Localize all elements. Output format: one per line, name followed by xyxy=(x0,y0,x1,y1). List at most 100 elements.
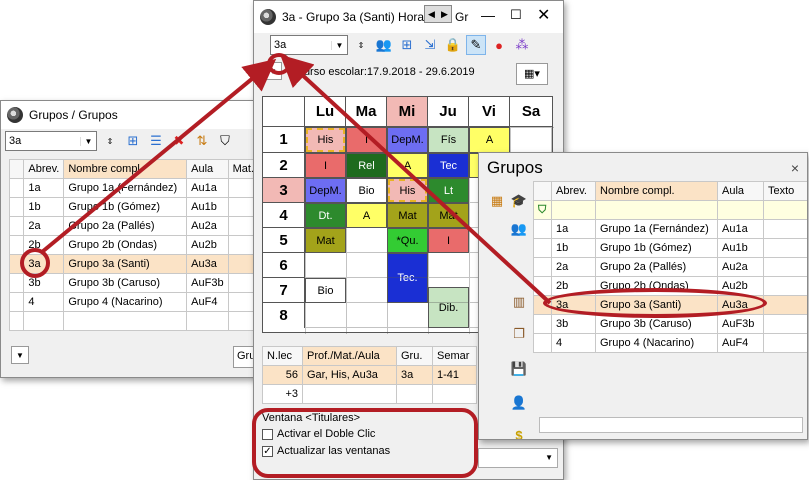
left-bottom-dropdown[interactable]: ▼ xyxy=(11,346,29,364)
lesson-cell[interactable]: Bio xyxy=(305,278,346,303)
delete-icon[interactable]: ✖ xyxy=(169,131,189,151)
day-mi[interactable]: Mi xyxy=(387,97,428,127)
lesson-cell[interactable]: Mat xyxy=(428,203,469,228)
cell-gru[interactable]: 3a xyxy=(396,365,433,385)
cell-aula[interactable]: AuF3b xyxy=(717,314,764,334)
lesson-cell[interactable]: Tec. xyxy=(387,253,428,303)
col-nlec[interactable]: N.lec xyxy=(262,346,303,366)
copy-icon[interactable]: ❐ xyxy=(509,324,529,344)
filter-icon[interactable]: ⛉ xyxy=(533,200,552,220)
nav-right-icon[interactable]: ▶ xyxy=(441,9,448,20)
lesson-cell[interactable]: I xyxy=(305,153,346,178)
lesson-cell[interactable]: I xyxy=(428,228,469,253)
spinner-icon[interactable]: ⇕ xyxy=(100,131,120,151)
cell-nombre[interactable]: Grupo 4 (Nacarino) xyxy=(595,333,718,353)
cell-nombre[interactable]: Grupo 2a (Pallés) xyxy=(63,216,188,236)
hidden-combo[interactable]: ▼ xyxy=(478,448,558,468)
cell-nombre[interactable]: Grupo 2b (Ondas) xyxy=(63,235,188,255)
cell-abrev[interactable]: 1b xyxy=(23,197,65,217)
lesson-cell[interactable]: Bio xyxy=(346,178,387,203)
lesson-row[interactable]: 56 Gar, His, Au3a 3a 1-41 xyxy=(262,365,477,385)
cell-aula[interactable]: Au1a xyxy=(186,178,229,198)
cell-nombre[interactable]: Grupo 1a (Fernández) xyxy=(63,178,188,198)
table-row[interactable]: 2a Grupo 2a (Pallés) Au2a xyxy=(533,257,807,277)
cell-abrev[interactable]: 3b xyxy=(551,314,596,334)
day-ju[interactable]: Ju xyxy=(428,97,469,127)
day-sa[interactable]: Sa xyxy=(510,97,552,127)
teachers-icon[interactable]: 👥 xyxy=(374,35,394,55)
lesson-row[interactable]: +3 xyxy=(262,384,477,404)
cell-aula[interactable]: Au1b xyxy=(186,197,229,217)
close-button[interactable]: ✕ xyxy=(537,5,550,25)
maximize-button[interactable]: ☐ xyxy=(510,7,522,23)
edit-icon[interactable]: ✎ xyxy=(466,35,486,55)
list-icon[interactable]: ☰ xyxy=(146,131,166,151)
cell-aula[interactable]: AuF4 xyxy=(717,333,764,353)
lesson-cell[interactable]: DepM. xyxy=(305,178,346,203)
cell-nombre[interactable]: Grupo 4 (Nacarino) xyxy=(63,292,188,312)
spinner-icon[interactable]: ⇕ xyxy=(351,35,371,55)
cell-aula[interactable]: AuF3b xyxy=(186,273,229,293)
lesson-cell[interactable]: Mat xyxy=(305,228,346,253)
table-row[interactable]: 4 Grupo 4 (Nacarino) AuF4 xyxy=(533,333,807,353)
cell-abrev[interactable]: 2a xyxy=(551,257,596,277)
grid-add-icon[interactable]: ⊞ xyxy=(397,35,417,55)
col-nombre[interactable]: Nombre compl. xyxy=(63,159,188,179)
minimize-button[interactable]: — xyxy=(481,7,495,23)
cell-aula[interactable]: AuF4 xyxy=(186,292,229,312)
lesson-cell[interactable]: Tec xyxy=(428,153,469,178)
table-icon[interactable]: ▦ xyxy=(487,191,507,211)
save-icon[interactable]: 💾 xyxy=(509,359,529,379)
day-lu[interactable]: Lu xyxy=(305,97,346,127)
cell-nombre[interactable]: Grupo 1b (Gómez) xyxy=(63,197,188,217)
cell-abrev[interactable]: 2a xyxy=(23,216,65,236)
right-bottom-scroll[interactable] xyxy=(539,417,803,433)
lesson-cell[interactable]: Dt. xyxy=(305,203,346,228)
dollar-icon[interactable]: $ xyxy=(509,425,529,440)
right-titlebar[interactable]: Grupos × xyxy=(479,153,807,183)
left-titlebar[interactable]: Grupos / Grupos xyxy=(1,101,261,129)
cell-nlec[interactable]: 56 xyxy=(262,365,303,385)
cell-prof[interactable]: Gar, His, Au3a xyxy=(302,365,397,385)
table-row[interactable]: 2b Grupo 2b (Ondas) Au2b xyxy=(8,235,260,255)
cell-nombre[interactable]: Grupo 2a (Pallés) xyxy=(595,257,718,277)
filter-row[interactable]: ⛉ xyxy=(533,200,807,220)
col-aula[interactable]: Aula xyxy=(186,159,229,179)
lesson-cell[interactable]: A xyxy=(346,203,387,228)
title-nav-arrows[interactable]: ◀ ▶ xyxy=(424,5,452,23)
close-button[interactable]: × xyxy=(791,160,799,176)
lock-icon[interactable]: 🔒 xyxy=(443,35,463,55)
lesson-cell[interactable]: Fís xyxy=(428,127,469,153)
lesson-cell[interactable]: Dib. xyxy=(428,287,469,328)
cell-aula[interactable]: Au1a xyxy=(717,219,764,239)
table-row[interactable]: 1b Grupo 1b (Gómez) Au1b xyxy=(533,238,807,258)
cell-nombre[interactable]: Grupo 3a (Santi) xyxy=(63,254,188,274)
cell-aula[interactable]: Au2a xyxy=(186,216,229,236)
lesson-cell[interactable]: Mat xyxy=(387,203,428,228)
lesson-cell[interactable]: *Qu. xyxy=(387,228,428,253)
export-icon[interactable]: ⇲ xyxy=(420,35,440,55)
tree-icon[interactable]: ⁂ xyxy=(512,35,532,55)
table-row[interactable]: 1a Grupo 1a (Fernández) Au1a xyxy=(533,219,807,239)
chevron-down-icon[interactable]: ▼ xyxy=(331,40,347,50)
sort-icon[interactable]: ⇅ xyxy=(192,131,212,151)
col-prof[interactable]: Prof./Mat./Aula xyxy=(302,346,397,366)
calendar-icon[interactable]: ▦▾ xyxy=(516,63,548,85)
table-row[interactable]: 2a Grupo 2a (Pallés) Au2a xyxy=(8,216,260,236)
cell-abrev[interactable]: 4 xyxy=(551,333,596,353)
grid-add-icon[interactable]: ⊞ xyxy=(123,131,143,151)
cell-abrev[interactable]: 1a xyxy=(23,178,65,198)
col-aula[interactable]: Aula xyxy=(717,181,764,201)
cell-nombre[interactable]: Grupo 3b (Caruso) xyxy=(63,273,188,293)
nav-left-icon[interactable]: ◀ xyxy=(428,9,435,20)
lesson-cell[interactable]: DepM. xyxy=(387,127,428,153)
col-abrev[interactable]: Abrev. xyxy=(23,159,65,179)
cell-abrev[interactable]: 4 xyxy=(23,292,65,312)
col-nombre[interactable]: Nombre compl. xyxy=(595,181,718,201)
lesson-cell[interactable]: His xyxy=(387,178,428,203)
cell-abrev[interactable]: 1b xyxy=(551,238,596,258)
cell-aula[interactable]: Au2b xyxy=(186,235,229,255)
cell-abrev[interactable]: 1a xyxy=(551,219,596,239)
table-row[interactable]: 1b Grupo 1b (Gómez) Au1b xyxy=(8,197,260,217)
day-ma[interactable]: Ma xyxy=(346,97,387,127)
